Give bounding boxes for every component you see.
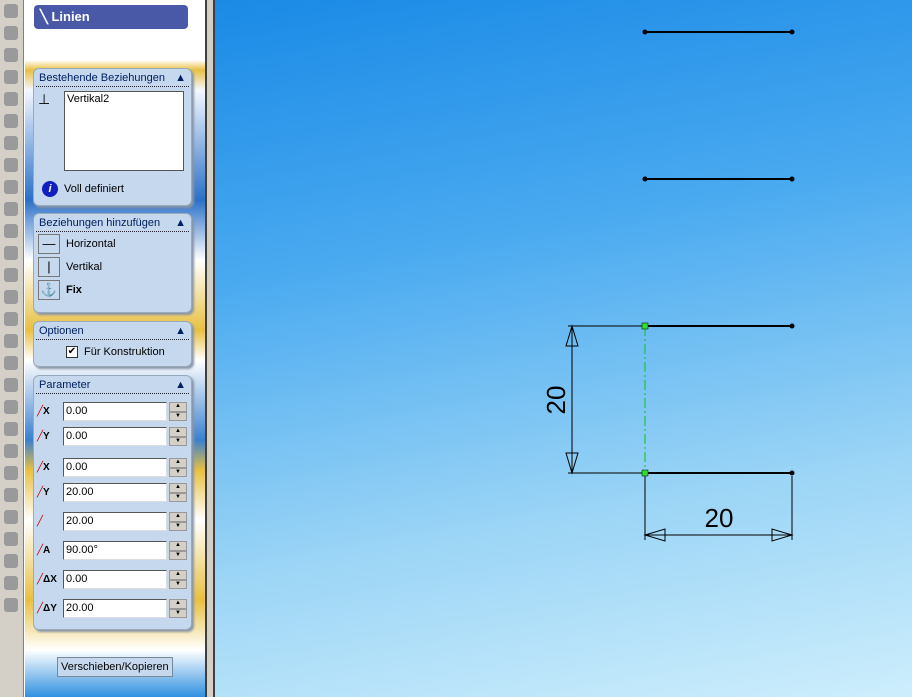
horizontal-dimension[interactable]: 20 [705,503,734,533]
sketch[interactable]: 20 20 [0,0,912,697]
vertical-dimension[interactable]: 20 [541,386,571,415]
